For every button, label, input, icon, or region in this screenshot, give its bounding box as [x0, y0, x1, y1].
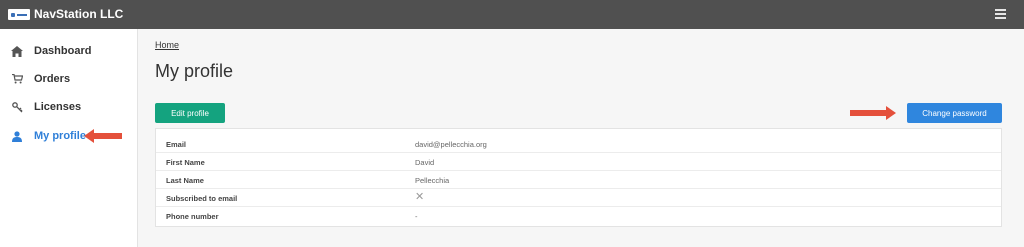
profile-row-email: Email david@pellecchia.org: [156, 135, 1001, 153]
change-password-button[interactable]: Change password: [907, 103, 1002, 123]
logo-icon[interactable]: [8, 9, 30, 20]
profile-key: First Name: [166, 158, 205, 167]
breadcrumb-home[interactable]: Home: [155, 40, 179, 50]
hamburger-menu-icon[interactable]: [995, 9, 1006, 19]
sidebar-item-dashboard[interactable]: Dashboard: [0, 37, 138, 65]
cart-icon: [10, 72, 24, 86]
profile-key: Phone number: [166, 212, 219, 221]
profile-value: David: [415, 158, 435, 167]
sidebar: Dashboard Orders Licenses My profile: [0, 29, 138, 247]
profile-row-first-name: First Name David: [156, 153, 1001, 171]
company-name: NavStation LLC: [34, 7, 124, 21]
sidebar-item-label: Dashboard: [34, 45, 92, 57]
top-bar: NavStation LLC: [0, 0, 1024, 29]
profile-value: Pellecchia: [415, 176, 450, 185]
user-icon: [10, 129, 24, 143]
profile-key: Last Name: [166, 176, 204, 185]
profile-row-last-name: Last Name Pellecchia: [156, 171, 1001, 189]
profile-row-subscribed: Subscribed to email ✕: [156, 189, 1001, 207]
profile-value: david@pellecchia.org: [415, 140, 487, 149]
sidebar-item-orders[interactable]: Orders: [0, 65, 138, 93]
profile-value: -: [415, 212, 418, 221]
not-subscribed-icon: ✕: [415, 191, 425, 203]
main-content: Home My profile Edit profile Change pass…: [138, 29, 1024, 247]
sidebar-item-licenses[interactable]: Licenses: [0, 93, 138, 121]
key-icon: [10, 100, 24, 114]
page-title: My profile: [155, 61, 234, 81]
sidebar-item-label: My profile: [34, 130, 86, 142]
profile-key: Subscribed to email: [166, 194, 238, 203]
annotation-arrow-right-icon: [850, 106, 896, 120]
sidebar-item-label: Licenses: [34, 101, 82, 113]
profile-row-phone: Phone number -: [156, 207, 1001, 225]
profile-key: Email: [166, 140, 187, 149]
annotation-arrow-left-icon: [84, 129, 122, 143]
sidebar-item-label: Orders: [34, 73, 71, 85]
profile-card: Email david@pellecchia.org First Name Da…: [155, 128, 1002, 227]
home-icon: [10, 44, 24, 58]
edit-profile-button[interactable]: Edit profile: [155, 103, 225, 123]
